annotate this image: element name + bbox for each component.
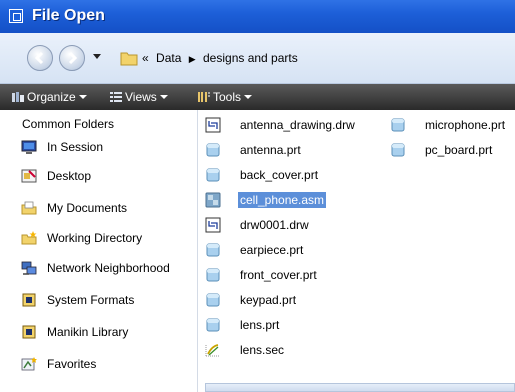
file-name: pc_board.prt bbox=[425, 143, 493, 157]
sidebar-item-label: Network Neighborhood bbox=[47, 261, 170, 275]
recent-locations-dropdown-icon[interactable] bbox=[93, 54, 101, 59]
working-directory-icon bbox=[21, 231, 37, 245]
file-name: lens.sec bbox=[240, 343, 285, 357]
part-file-icon bbox=[206, 318, 220, 332]
forward-arrow-icon bbox=[68, 51, 78, 65]
sidebar-item-manikin-library[interactable]: Manikin Library bbox=[6, 322, 194, 344]
organize-icon bbox=[12, 92, 24, 102]
breadcrumb-data[interactable]: Data bbox=[156, 51, 181, 65]
sidebar-item-label: In Session bbox=[47, 140, 104, 154]
part-file-icon bbox=[206, 268, 220, 282]
part-file-icon bbox=[206, 143, 220, 157]
part-file-icon bbox=[206, 168, 220, 182]
part-file-icon bbox=[206, 293, 220, 307]
file-name: lens.prt bbox=[240, 318, 280, 332]
title-bar[interactable]: File Open bbox=[0, 0, 515, 33]
common-folders-panel: Common Folders In Session Desktop My Doc… bbox=[0, 110, 198, 392]
file-name: earpiece.prt bbox=[240, 243, 304, 257]
file-name: drw0001.drw bbox=[240, 218, 309, 232]
sidebar-item-label: System Formats bbox=[47, 293, 135, 307]
organize-label: Organize bbox=[27, 90, 76, 104]
tools-chevron-icon bbox=[244, 95, 253, 99]
tools-label: Tools bbox=[213, 90, 242, 104]
views-icon bbox=[110, 92, 122, 102]
file-name: back_cover.prt bbox=[240, 168, 319, 182]
tools-icon bbox=[198, 92, 210, 102]
views-chevron-icon bbox=[159, 95, 168, 99]
common-folders-heading: Common Folders bbox=[22, 117, 115, 131]
drawing-file-icon bbox=[205, 117, 221, 133]
sidebar-item-label: My Documents bbox=[47, 201, 128, 215]
address-bar: « Data ▶ designs and parts bbox=[0, 33, 515, 84]
sidebar-item-desktop[interactable]: Desktop bbox=[6, 166, 194, 188]
sidebar-item-favorites[interactable]: Favorites bbox=[6, 354, 194, 376]
file-list: antenna_drawing.drw antenna.prt back_cov… bbox=[197, 110, 515, 392]
sidebar-item-label: Favorites bbox=[47, 357, 97, 371]
horizontal-scrollbar[interactable] bbox=[205, 383, 515, 392]
monitor-icon bbox=[21, 140, 37, 154]
breadcrumb-overflow[interactable]: « bbox=[142, 51, 149, 65]
file-name: keypad.prt bbox=[240, 293, 297, 307]
window-title: File Open bbox=[32, 7, 105, 24]
assembly-file-icon bbox=[205, 192, 221, 208]
part-file-icon bbox=[391, 143, 405, 157]
breadcrumb-separator-icon[interactable]: ▶ bbox=[189, 54, 196, 64]
file-name: cell_phone.asm bbox=[238, 192, 327, 208]
sidebar-item-system-formats[interactable]: System Formats bbox=[6, 290, 194, 312]
sidebar-item-in-session[interactable]: In Session bbox=[6, 137, 194, 159]
desktop-icon bbox=[21, 169, 37, 183]
system-formats-icon bbox=[22, 293, 36, 307]
organize-chevron-icon bbox=[78, 95, 87, 99]
file-name: antenna.prt bbox=[240, 143, 301, 157]
part-file-icon bbox=[206, 243, 220, 257]
part-file-icon bbox=[391, 118, 405, 132]
favorites-icon bbox=[21, 357, 37, 371]
file-name: antenna_drawing.drw bbox=[240, 118, 355, 132]
sidebar-item-my-documents[interactable]: My Documents bbox=[6, 198, 194, 220]
toolbar: Organize Views Tools bbox=[0, 84, 515, 110]
window-icon bbox=[9, 9, 23, 23]
my-documents-icon bbox=[21, 201, 37, 215]
file-name: microphone.prt bbox=[425, 118, 506, 132]
breadcrumb-designs-and-parts[interactable]: designs and parts bbox=[203, 51, 298, 65]
file-name: front_cover.prt bbox=[240, 268, 317, 282]
views-menu[interactable]: Views bbox=[109, 90, 168, 104]
sketch-file-icon bbox=[205, 344, 220, 357]
folder-icon bbox=[120, 52, 138, 66]
organize-menu[interactable]: Organize bbox=[11, 90, 87, 104]
library-icon bbox=[22, 325, 36, 339]
sidebar-item-label: Manikin Library bbox=[47, 325, 129, 339]
sidebar-item-label: Desktop bbox=[47, 169, 92, 183]
sidebar-item-label: Working Directory bbox=[47, 231, 143, 245]
back-arrow-icon bbox=[34, 51, 44, 65]
forward-button[interactable] bbox=[59, 45, 85, 71]
back-button[interactable] bbox=[27, 45, 53, 71]
tools-menu[interactable]: Tools bbox=[197, 90, 253, 104]
sidebar-item-working-directory[interactable]: Working Directory bbox=[6, 228, 194, 250]
drawing-file-icon bbox=[205, 217, 221, 233]
views-label: Views bbox=[125, 90, 157, 104]
sidebar-item-network-neighborhood[interactable]: Network Neighborhood bbox=[6, 258, 194, 280]
breadcrumb: « Data ▶ designs and parts bbox=[142, 51, 298, 65]
network-icon bbox=[21, 261, 37, 275]
